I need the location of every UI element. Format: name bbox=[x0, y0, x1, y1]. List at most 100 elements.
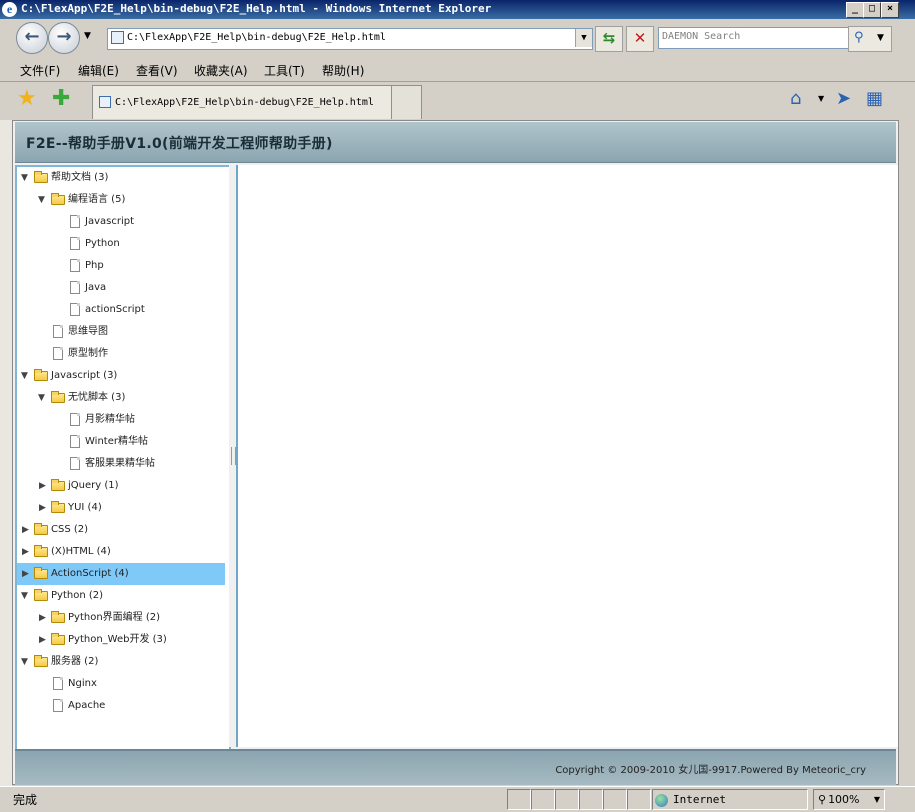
folder-icon bbox=[34, 523, 48, 535]
tree-node[interactable]: ▼ 无忧脚本 (3) bbox=[17, 387, 225, 409]
tree-node[interactable]: Apache bbox=[17, 695, 225, 717]
collapsed-arrow-icon[interactable]: ▶ bbox=[22, 541, 32, 563]
tools-icon[interactable]: ▦ bbox=[866, 88, 883, 110]
new-tab-button[interactable] bbox=[391, 85, 422, 119]
tree-node[interactable]: 原型制作 bbox=[17, 343, 225, 365]
app-title: F2E--帮助手册V1.0(前端开发工程师帮助手册) bbox=[26, 136, 333, 152]
star-icon[interactable]: ★ bbox=[17, 87, 37, 111]
page-content: F2E--帮助手册V1.0(前端开发工程师帮助手册) ▼ 帮助文档 (3) ▼ … bbox=[12, 120, 899, 785]
tree-node[interactable]: ▶ YUI (4) bbox=[17, 497, 225, 519]
expanded-arrow-icon[interactable]: ▼ bbox=[21, 585, 31, 607]
tab-current[interactable]: C:\FlexApp\F2E_Help\bin-debug\F2E_Help.h… bbox=[92, 85, 396, 119]
tree-node[interactable]: Javascript bbox=[17, 211, 225, 233]
expanded-arrow-icon[interactable]: ▼ bbox=[21, 365, 31, 387]
tree-node-label: Python_Web开发 (3) bbox=[68, 634, 167, 645]
expanded-arrow-icon[interactable]: ▼ bbox=[38, 387, 48, 409]
window-title: C:\FlexApp\F2E_Help\bin-debug\F2E_Help.h… bbox=[21, 2, 492, 15]
ie-logo-icon: e bbox=[2, 2, 17, 17]
collapsed-arrow-icon[interactable]: ▶ bbox=[39, 607, 49, 629]
menu-favorites[interactable]: 收藏夹(A) bbox=[194, 62, 248, 79]
tree-node-selected[interactable]: ▶ ActionScript (4) bbox=[17, 563, 225, 585]
address-dropdown-icon[interactable]: ▼ bbox=[575, 29, 592, 47]
collapsed-arrow-icon[interactable]: ▶ bbox=[39, 475, 49, 497]
document-icon bbox=[53, 699, 63, 712]
close-button[interactable]: × bbox=[881, 2, 899, 18]
tree-node[interactable]: ▼ Python (2) bbox=[17, 585, 225, 607]
home-icon[interactable]: ⌂ bbox=[790, 88, 801, 110]
security-zone[interactable]: Internet bbox=[652, 789, 808, 810]
status-cell bbox=[531, 789, 555, 810]
folder-open-icon bbox=[51, 391, 65, 403]
search-options-icon[interactable]: ▼ bbox=[877, 27, 884, 49]
search-input[interactable]: DAEMON Search bbox=[658, 27, 849, 49]
tree-node-label: YUI (4) bbox=[68, 502, 102, 513]
expanded-arrow-icon[interactable]: ▼ bbox=[21, 651, 31, 673]
zoom-control[interactable]: ⚲ 100% ▼ bbox=[813, 789, 885, 810]
folder-icon bbox=[34, 567, 48, 579]
menu-file[interactable]: 文件(F) bbox=[20, 62, 60, 79]
stop-icon[interactable]: ✕ bbox=[626, 26, 654, 52]
tree-node-label: Javascript (3) bbox=[51, 370, 118, 381]
menu-tools[interactable]: 工具(T) bbox=[264, 62, 305, 79]
maximize-button[interactable]: □ bbox=[863, 2, 881, 18]
expanded-arrow-icon[interactable]: ▼ bbox=[38, 189, 48, 211]
tree-node[interactable]: ▼ Javascript (3) bbox=[17, 365, 225, 387]
expanded-arrow-icon[interactable]: ▼ bbox=[21, 167, 31, 189]
tree-node-label: Nginx bbox=[68, 678, 97, 689]
back-button[interactable]: ← bbox=[16, 22, 48, 54]
status-cell bbox=[603, 789, 627, 810]
folder-icon bbox=[51, 479, 65, 491]
tree-node[interactable]: 客服果果精华帖 bbox=[17, 453, 225, 475]
folder-open-icon bbox=[34, 589, 48, 601]
document-icon bbox=[70, 259, 80, 272]
page-icon bbox=[99, 96, 111, 108]
tree-node[interactable]: ▶ Python界面编程 (2) bbox=[17, 607, 225, 629]
tree-node[interactable]: ▼ 编程语言 (5) bbox=[17, 189, 225, 211]
history-dropdown-icon[interactable]: ▼ bbox=[84, 31, 91, 41]
forward-button[interactable]: → bbox=[48, 22, 80, 54]
menu-view[interactable]: 查看(V) bbox=[136, 62, 178, 79]
tree-node[interactable]: ▼ 帮助文档 (3) bbox=[17, 167, 225, 189]
collapsed-arrow-icon[interactable]: ▶ bbox=[22, 519, 32, 541]
background-window-strip: Me bbox=[0, 19, 12, 789]
zoom-icon: ⚲ bbox=[818, 793, 827, 806]
tree-node-label: Php bbox=[85, 260, 104, 271]
tree-node[interactable]: 月影精华帖 bbox=[17, 409, 225, 431]
collapsed-arrow-icon[interactable]: ▶ bbox=[39, 497, 49, 519]
tree-node[interactable]: ▶ (X)HTML (4) bbox=[17, 541, 225, 563]
collapsed-arrow-icon[interactable]: ▶ bbox=[22, 563, 32, 585]
zoom-dropdown-icon[interactable]: ▼ bbox=[874, 790, 880, 809]
home-dropdown-icon[interactable]: ▼ bbox=[818, 94, 824, 103]
menu-help[interactable]: 帮助(H) bbox=[322, 62, 364, 79]
tree-node[interactable]: Php bbox=[17, 255, 225, 277]
tree-node[interactable]: Nginx bbox=[17, 673, 225, 695]
tree-node[interactable]: Python bbox=[17, 233, 225, 255]
tree-node[interactable]: Java bbox=[17, 277, 225, 299]
search-button[interactable]: ⚲ ▼ bbox=[848, 26, 892, 52]
folder-open-icon bbox=[34, 655, 48, 667]
tree-node[interactable]: ▼ 服务器 (2) bbox=[17, 651, 225, 673]
tree-node[interactable]: ▶ jQuery (1) bbox=[17, 475, 225, 497]
feeds-icon[interactable]: ➤ bbox=[836, 88, 851, 110]
folder-icon bbox=[34, 545, 48, 557]
refresh-icon[interactable]: ⇆ bbox=[595, 26, 623, 52]
tree-node[interactable]: actionScript bbox=[17, 299, 225, 321]
collapsed-arrow-icon[interactable]: ▶ bbox=[39, 629, 49, 651]
minimize-button[interactable]: _ bbox=[846, 2, 864, 18]
add-favorite-icon[interactable]: ✚ bbox=[52, 87, 70, 111]
tab-toolbar: ★ ✚ C:\FlexApp\F2E_Help\bin-debug\F2E_He… bbox=[0, 82, 915, 120]
menu-edit[interactable]: 编辑(E) bbox=[78, 62, 119, 79]
app-footer: Copyright © 2009-2010 女儿国-9917.Powered B… bbox=[15, 749, 896, 785]
copyright-text: Copyright © 2009-2010 女儿国-9917.Powered B… bbox=[555, 765, 866, 776]
tree-node-label: 无忧脚本 (3) bbox=[68, 392, 126, 403]
tree-node-label: ActionScript (4) bbox=[51, 568, 129, 579]
tree-node[interactable]: 思维导图 bbox=[17, 321, 225, 343]
tree-node-label: 客服果果精华帖 bbox=[85, 458, 155, 469]
address-bar[interactable]: C:\FlexApp\F2E_Help\bin-debug\F2E_Help.h… bbox=[107, 28, 593, 50]
split-divider[interactable] bbox=[229, 165, 236, 747]
folder-icon bbox=[51, 633, 65, 645]
tree-node[interactable]: Winter精华帖 bbox=[17, 431, 225, 453]
tree-node[interactable]: ▶ Python_Web开发 (3) bbox=[17, 629, 225, 651]
tree-node[interactable]: ▶ CSS (2) bbox=[17, 519, 225, 541]
document-icon bbox=[70, 237, 80, 250]
